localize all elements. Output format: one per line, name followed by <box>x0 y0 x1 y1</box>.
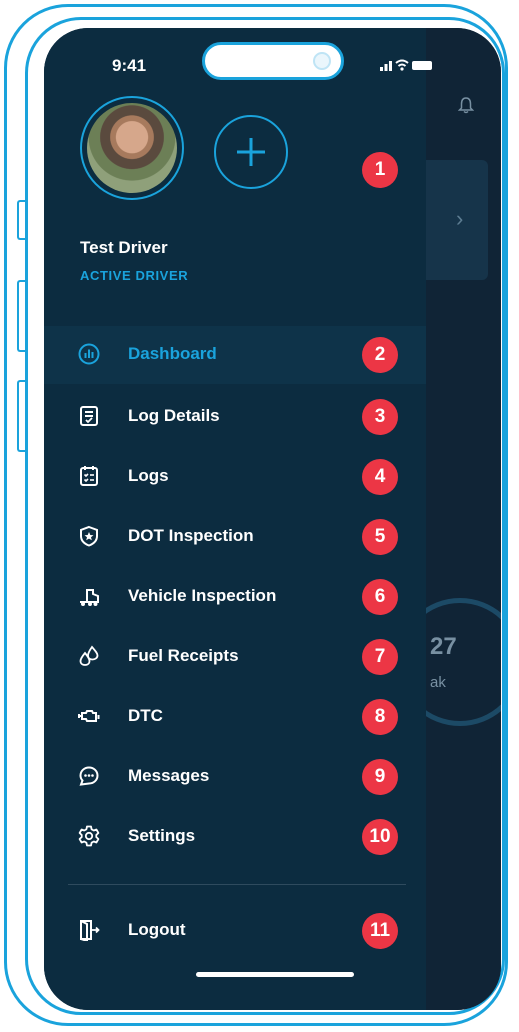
volume-up-button <box>17 280 25 352</box>
mute-switch <box>17 200 25 240</box>
menu-label: Fuel Receipts <box>128 646 239 665</box>
side-drawer: 9:41 1 Test Driver ACTIVE DRIVER Dashboa… <box>44 28 432 1010</box>
menu-label: Logs <box>128 466 169 485</box>
annotation-badge: 2 <box>362 337 398 373</box>
menu-item-logs[interactable]: Logs 4 <box>44 448 426 506</box>
bell-icon[interactable] <box>458 96 474 114</box>
battery-icon <box>412 61 432 70</box>
annotation-badge: 4 <box>362 459 398 495</box>
menu-item-logout[interactable]: Logout 11 <box>44 902 426 960</box>
signal-icon <box>380 61 392 71</box>
annotation-badge: 7 <box>362 639 398 675</box>
menu-label: Log Details <box>128 406 220 425</box>
annotation-badge: 6 <box>362 579 398 615</box>
annotation-badge: 8 <box>362 699 398 735</box>
background-dashboard: › 27 ak <box>396 28 501 1010</box>
home-indicator[interactable] <box>196 972 354 977</box>
annotation-badge: 10 <box>362 819 398 855</box>
menu-item-settings[interactable]: Settings 10 <box>44 808 426 866</box>
driver-status: ACTIVE DRIVER <box>80 268 189 283</box>
logs-checklist-icon <box>80 466 98 486</box>
shield-star-icon <box>80 525 98 547</box>
add-driver-button[interactable] <box>214 115 288 189</box>
menu-label: Settings <box>128 826 196 845</box>
menu-item-dashboard[interactable]: Dashboard 2 <box>44 326 426 384</box>
menu-item-vehicle-inspection[interactable]: Vehicle Inspection 6 <box>44 568 426 626</box>
avatar-photo <box>87 103 177 193</box>
menu-label: Logout <box>128 920 186 939</box>
status-time: 9:41 <box>112 56 147 75</box>
menu-label: Dashboard <box>128 344 217 363</box>
logout-door-icon <box>80 920 100 941</box>
annotation-badge: 3 <box>362 399 398 435</box>
menu-item-log-details[interactable]: Log Details 3 <box>44 388 426 446</box>
gauge-value: 27 <box>430 633 457 660</box>
menu-item-dtc[interactable]: DTC 8 <box>44 688 426 746</box>
annotation-badge: 5 <box>362 519 398 555</box>
phone-screen: › 27 ak 9:41 1 Test Driver ACTIVE DRIVER <box>44 28 501 1010</box>
gear-icon <box>78 825 100 847</box>
dynamic-island <box>202 42 344 80</box>
chat-bubble-icon <box>79 766 99 786</box>
avatar[interactable] <box>80 96 184 200</box>
menu-item-messages[interactable]: Messages 9 <box>44 748 426 806</box>
annotation-badge-1: 1 <box>362 152 398 188</box>
annotation-badge: 11 <box>362 913 398 949</box>
menu-label: DOT Inspection <box>128 526 254 545</box>
menu-label: DTC <box>128 706 163 725</box>
menu-item-fuel-receipts[interactable]: Fuel Receipts 7 <box>44 628 426 686</box>
engine-icon <box>78 710 100 722</box>
log-details-icon <box>80 406 98 426</box>
menu-item-dot-inspection[interactable]: DOT Inspection 5 <box>44 508 426 566</box>
menu-divider <box>68 884 406 885</box>
truck-icon <box>80 589 99 606</box>
dashboard-chart-icon <box>78 343 100 365</box>
camera-icon <box>313 52 331 70</box>
annotation-badge: 9 <box>362 759 398 795</box>
gauge-unit: ak <box>430 674 446 691</box>
menu-label: Vehicle Inspection <box>128 586 277 605</box>
chevron-right-icon: › <box>456 206 464 231</box>
menu-label: Messages <box>128 766 210 785</box>
driver-name: Test Driver <box>80 238 168 257</box>
wifi-icon <box>395 59 409 67</box>
fuel-drops-icon <box>79 645 99 666</box>
status-icons <box>380 59 432 71</box>
volume-down-button <box>17 380 25 452</box>
